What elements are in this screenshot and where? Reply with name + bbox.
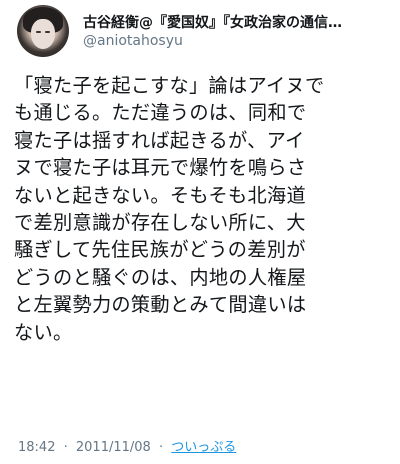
tweet-client-link[interactable]: ついっぷる — [171, 440, 236, 455]
avatar-eye-left — [36, 31, 41, 33]
avatar-face — [31, 19, 55, 49]
author-handle[interactable]: @aniotahosyu — [83, 33, 183, 49]
meta-separator: · — [158, 440, 164, 455]
meta-separator: · — [63, 440, 68, 455]
tweet-text-line: 寝た子は揺すれば起きるが、アイ — [14, 128, 305, 152]
avatar-eye-right — [45, 31, 50, 33]
author-display-name[interactable]: 古谷経衡@『愛国奴』『女政治家の通信… — [83, 12, 383, 32]
tweet-time[interactable]: 18:42 — [18, 440, 55, 455]
tweet-text-line: ヌで寝た子は耳元で爆竹を鳴らさ — [14, 156, 307, 180]
tweet-text-line: ないと起きない。そもそも北海道 — [14, 183, 306, 207]
tweet-text-line: で差別意識が存在しない所に、大 — [14, 211, 306, 235]
tweet-text-line: と左翼勢力の策動とみて間違いは — [14, 293, 307, 317]
tweet-text-line: ない。 — [14, 320, 73, 344]
tweet-meta: 18:42 · 2011/11/08 · ついっぷる — [18, 436, 236, 455]
tweet-text-line: 「寝た子を起こすな」論はアイヌで — [14, 74, 325, 97]
tweet-text-line: 騒ぎして先住民族がどうの差別が — [14, 238, 306, 262]
tweet-text-line: も通じる。ただ違うのは、同和で — [14, 101, 307, 125]
avatar[interactable] — [17, 5, 69, 57]
tweet-card: 古谷経衡@『愛国奴』『女政治家の通信… @aniotahosyu 「寝た子を起こ… — [0, 0, 400, 464]
tweet-text-line: どうのと騒ぐのは、内地の人権屋 — [14, 265, 307, 289]
tweet-date[interactable]: 2011/11/08 — [76, 440, 151, 455]
tweet-text: 「寝た子を起こすな」論はアイヌで も通じる。ただ違うのは、同和で 寝た子は揺すれ… — [14, 72, 388, 346]
